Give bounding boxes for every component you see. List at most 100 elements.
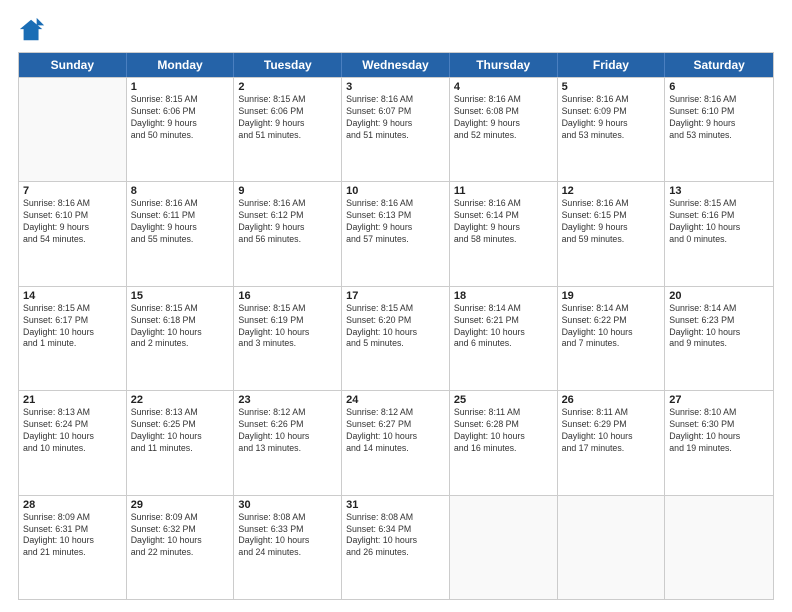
calendar-body: 1Sunrise: 8:15 AM Sunset: 6:06 PM Daylig… — [19, 77, 773, 599]
day-info: Sunrise: 8:11 AM Sunset: 6:28 PM Dayligh… — [454, 407, 553, 455]
day-number: 13 — [669, 185, 769, 197]
calendar-header-row: SundayMondayTuesdayWednesdayThursdayFrid… — [19, 53, 773, 77]
calendar-grid: SundayMondayTuesdayWednesdayThursdayFrid… — [18, 52, 774, 600]
day-info: Sunrise: 8:14 AM Sunset: 6:23 PM Dayligh… — [669, 303, 769, 351]
calendar-day-cell: 3Sunrise: 8:16 AM Sunset: 6:07 PM Daylig… — [342, 78, 450, 181]
calendar-day-cell: 29Sunrise: 8:09 AM Sunset: 6:32 PM Dayli… — [127, 496, 235, 599]
calendar-day-cell — [665, 496, 773, 599]
day-info: Sunrise: 8:12 AM Sunset: 6:26 PM Dayligh… — [238, 407, 337, 455]
day-number: 4 — [454, 81, 553, 93]
logo — [18, 16, 50, 44]
day-number: 22 — [131, 394, 230, 406]
day-info: Sunrise: 8:09 AM Sunset: 6:31 PM Dayligh… — [23, 512, 122, 560]
day-info: Sunrise: 8:16 AM Sunset: 6:07 PM Dayligh… — [346, 94, 445, 142]
calendar-day-cell — [450, 496, 558, 599]
day-number: 12 — [562, 185, 661, 197]
calendar-day-cell: 11Sunrise: 8:16 AM Sunset: 6:14 PM Dayli… — [450, 182, 558, 285]
day-number: 18 — [454, 290, 553, 302]
calendar-day-cell — [558, 496, 666, 599]
calendar-header-cell: Wednesday — [342, 53, 450, 77]
day-number: 24 — [346, 394, 445, 406]
calendar-day-cell: 6Sunrise: 8:16 AM Sunset: 6:10 PM Daylig… — [665, 78, 773, 181]
day-number: 19 — [562, 290, 661, 302]
day-number: 25 — [454, 394, 553, 406]
day-number: 15 — [131, 290, 230, 302]
calendar-day-cell: 27Sunrise: 8:10 AM Sunset: 6:30 PM Dayli… — [665, 391, 773, 494]
day-number: 10 — [346, 185, 445, 197]
day-number: 20 — [669, 290, 769, 302]
day-info: Sunrise: 8:16 AM Sunset: 6:14 PM Dayligh… — [454, 198, 553, 246]
calendar-day-cell: 12Sunrise: 8:16 AM Sunset: 6:15 PM Dayli… — [558, 182, 666, 285]
calendar-day-cell: 7Sunrise: 8:16 AM Sunset: 6:10 PM Daylig… — [19, 182, 127, 285]
calendar-header-cell: Sunday — [19, 53, 127, 77]
day-number: 26 — [562, 394, 661, 406]
calendar-page: SundayMondayTuesdayWednesdayThursdayFrid… — [0, 0, 792, 612]
calendar-week-row: 21Sunrise: 8:13 AM Sunset: 6:24 PM Dayli… — [19, 390, 773, 494]
day-info: Sunrise: 8:16 AM Sunset: 6:13 PM Dayligh… — [346, 198, 445, 246]
day-number: 5 — [562, 81, 661, 93]
day-number: 2 — [238, 81, 337, 93]
calendar-day-cell: 9Sunrise: 8:16 AM Sunset: 6:12 PM Daylig… — [234, 182, 342, 285]
calendar-day-cell: 24Sunrise: 8:12 AM Sunset: 6:27 PM Dayli… — [342, 391, 450, 494]
day-info: Sunrise: 8:16 AM Sunset: 6:11 PM Dayligh… — [131, 198, 230, 246]
day-info: Sunrise: 8:15 AM Sunset: 6:16 PM Dayligh… — [669, 198, 769, 246]
day-info: Sunrise: 8:15 AM Sunset: 6:06 PM Dayligh… — [238, 94, 337, 142]
calendar-day-cell: 30Sunrise: 8:08 AM Sunset: 6:33 PM Dayli… — [234, 496, 342, 599]
day-info: Sunrise: 8:15 AM Sunset: 6:20 PM Dayligh… — [346, 303, 445, 351]
day-number: 9 — [238, 185, 337, 197]
day-number: 29 — [131, 499, 230, 511]
day-info: Sunrise: 8:11 AM Sunset: 6:29 PM Dayligh… — [562, 407, 661, 455]
day-info: Sunrise: 8:16 AM Sunset: 6:09 PM Dayligh… — [562, 94, 661, 142]
day-info: Sunrise: 8:15 AM Sunset: 6:06 PM Dayligh… — [131, 94, 230, 142]
day-info: Sunrise: 8:09 AM Sunset: 6:32 PM Dayligh… — [131, 512, 230, 560]
day-number: 31 — [346, 499, 445, 511]
calendar-day-cell: 15Sunrise: 8:15 AM Sunset: 6:18 PM Dayli… — [127, 287, 235, 390]
day-number: 8 — [131, 185, 230, 197]
calendar-day-cell: 13Sunrise: 8:15 AM Sunset: 6:16 PM Dayli… — [665, 182, 773, 285]
calendar-day-cell: 14Sunrise: 8:15 AM Sunset: 6:17 PM Dayli… — [19, 287, 127, 390]
day-number: 17 — [346, 290, 445, 302]
day-info: Sunrise: 8:16 AM Sunset: 6:15 PM Dayligh… — [562, 198, 661, 246]
calendar-header-cell: Tuesday — [234, 53, 342, 77]
calendar-header-cell: Saturday — [665, 53, 773, 77]
day-info: Sunrise: 8:15 AM Sunset: 6:18 PM Dayligh… — [131, 303, 230, 351]
calendar-day-cell: 8Sunrise: 8:16 AM Sunset: 6:11 PM Daylig… — [127, 182, 235, 285]
day-number: 6 — [669, 81, 769, 93]
day-info: Sunrise: 8:12 AM Sunset: 6:27 PM Dayligh… — [346, 407, 445, 455]
day-info: Sunrise: 8:16 AM Sunset: 6:10 PM Dayligh… — [669, 94, 769, 142]
day-info: Sunrise: 8:13 AM Sunset: 6:24 PM Dayligh… — [23, 407, 122, 455]
day-info: Sunrise: 8:16 AM Sunset: 6:10 PM Dayligh… — [23, 198, 122, 246]
calendar-header-cell: Friday — [558, 53, 666, 77]
day-info: Sunrise: 8:14 AM Sunset: 6:22 PM Dayligh… — [562, 303, 661, 351]
calendar-day-cell: 10Sunrise: 8:16 AM Sunset: 6:13 PM Dayli… — [342, 182, 450, 285]
day-number: 7 — [23, 185, 122, 197]
calendar-day-cell: 26Sunrise: 8:11 AM Sunset: 6:29 PM Dayli… — [558, 391, 666, 494]
calendar-day-cell: 25Sunrise: 8:11 AM Sunset: 6:28 PM Dayli… — [450, 391, 558, 494]
day-number: 30 — [238, 499, 337, 511]
day-number: 14 — [23, 290, 122, 302]
day-info: Sunrise: 8:08 AM Sunset: 6:33 PM Dayligh… — [238, 512, 337, 560]
day-info: Sunrise: 8:16 AM Sunset: 6:12 PM Dayligh… — [238, 198, 337, 246]
calendar-week-row: 7Sunrise: 8:16 AM Sunset: 6:10 PM Daylig… — [19, 181, 773, 285]
calendar-day-cell: 19Sunrise: 8:14 AM Sunset: 6:22 PM Dayli… — [558, 287, 666, 390]
calendar-day-cell: 28Sunrise: 8:09 AM Sunset: 6:31 PM Dayli… — [19, 496, 127, 599]
calendar-day-cell: 23Sunrise: 8:12 AM Sunset: 6:26 PM Dayli… — [234, 391, 342, 494]
day-number: 21 — [23, 394, 122, 406]
calendar-day-cell — [19, 78, 127, 181]
calendar-day-cell: 16Sunrise: 8:15 AM Sunset: 6:19 PM Dayli… — [234, 287, 342, 390]
calendar-day-cell: 20Sunrise: 8:14 AM Sunset: 6:23 PM Dayli… — [665, 287, 773, 390]
calendar-header-cell: Monday — [127, 53, 235, 77]
calendar-day-cell: 18Sunrise: 8:14 AM Sunset: 6:21 PM Dayli… — [450, 287, 558, 390]
day-number: 3 — [346, 81, 445, 93]
day-number: 1 — [131, 81, 230, 93]
page-header — [18, 16, 774, 44]
calendar-day-cell: 5Sunrise: 8:16 AM Sunset: 6:09 PM Daylig… — [558, 78, 666, 181]
calendar-day-cell: 31Sunrise: 8:08 AM Sunset: 6:34 PM Dayli… — [342, 496, 450, 599]
calendar-day-cell: 22Sunrise: 8:13 AM Sunset: 6:25 PM Dayli… — [127, 391, 235, 494]
day-info: Sunrise: 8:13 AM Sunset: 6:25 PM Dayligh… — [131, 407, 230, 455]
day-info: Sunrise: 8:10 AM Sunset: 6:30 PM Dayligh… — [669, 407, 769, 455]
calendar-day-cell: 17Sunrise: 8:15 AM Sunset: 6:20 PM Dayli… — [342, 287, 450, 390]
day-info: Sunrise: 8:14 AM Sunset: 6:21 PM Dayligh… — [454, 303, 553, 351]
day-info: Sunrise: 8:16 AM Sunset: 6:08 PM Dayligh… — [454, 94, 553, 142]
calendar-day-cell: 21Sunrise: 8:13 AM Sunset: 6:24 PM Dayli… — [19, 391, 127, 494]
